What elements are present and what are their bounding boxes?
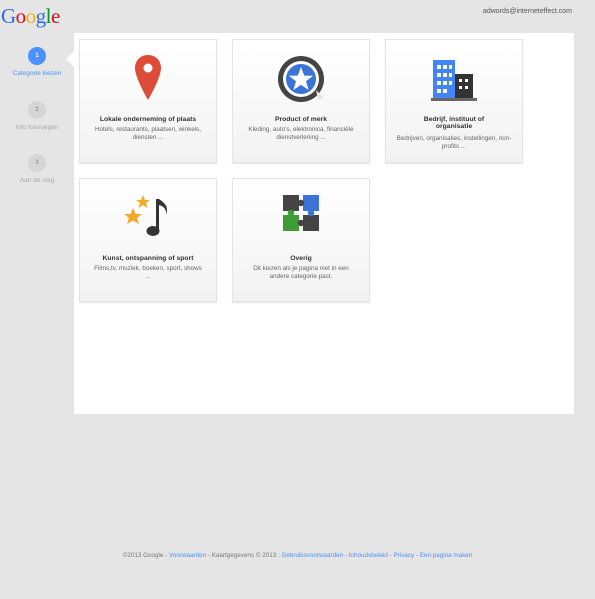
category-card-organization[interactable]: Bedrijf, instituut of organisatie Bedrij…: [385, 39, 523, 163]
google-logo[interactable]: Google: [1, 4, 60, 29]
step-number: 3: [28, 154, 46, 172]
logo-letter: G: [1, 4, 16, 28]
category-description: Kleding, auto's, elektronica, financiële…: [248, 126, 354, 141]
footer-link-content-policy[interactable]: Inhoudsbeleid: [349, 552, 388, 559]
logo-letter: o: [25, 4, 37, 28]
puzzle-icon: [283, 195, 319, 231]
footer-link-create-page[interactable]: Een pagina maken: [420, 552, 473, 559]
logo-letter: g: [35, 4, 47, 28]
step-label: Info toevoegen: [15, 124, 59, 131]
category-title: Lokale onderneming of plaats: [99, 116, 197, 123]
category-title: Bedrijf, instituut of organisatie: [423, 116, 485, 130]
account-email[interactable]: adwords@interneteffect.com: [483, 8, 572, 15]
step-number: 1: [28, 47, 46, 65]
category-title: Kunst, ontspanning of sport: [102, 255, 194, 262]
footer-link-usage[interactable]: Gebruiksvoorwaarden: [281, 552, 343, 559]
logo-letter: o: [15, 4, 27, 28]
footer-copyright: ©2013 Google -: [122, 552, 169, 559]
step-1[interactable]: 1 Categorie kiezen: [0, 47, 74, 77]
step-label: Aan de slag: [19, 177, 55, 184]
logo-letter: e: [51, 4, 60, 28]
music-stars-icon: [124, 195, 168, 236]
category-card-product-brand[interactable]: Product of merk Kleding, auto's, elektro…: [232, 39, 370, 163]
category-title: Product of merk: [274, 116, 328, 123]
footer-link-privacy[interactable]: Privacy: [394, 552, 415, 559]
star-badge-icon: [278, 56, 324, 102]
category-description: Bedrijven, organisaties, instellingen, n…: [396, 135, 512, 150]
category-title: Overig: [290, 255, 312, 262]
footer-text: - Kaartgegevens © 2013 :: [206, 552, 282, 559]
active-step-pointer: [66, 51, 74, 67]
step-label: Categorie kiezen: [12, 70, 62, 77]
buildings-icon: [431, 60, 477, 101]
step-number: 2: [28, 101, 46, 119]
category-panel: Lokale onderneming of plaats Hotels, res…: [74, 33, 574, 414]
category-card-local-business[interactable]: Lokale onderneming of plaats Hotels, res…: [79, 39, 217, 163]
footer-link-terms[interactable]: Voorwaarden: [169, 552, 206, 559]
category-description: Films,tv, muziek, boeken, sport, shows .…: [94, 265, 202, 280]
category-description: Dit kiezen als je pagina niet in een and…: [253, 265, 349, 280]
category-card-other[interactable]: Overig Dit kiezen als je pagina niet in …: [232, 178, 370, 302]
step-3: 3 Aan de slag: [0, 154, 74, 184]
footer: ©2013 Google - Voorwaarden - Kaartgegeve…: [0, 552, 595, 559]
step-2: 2 Info toevoegen: [0, 101, 74, 131]
map-pin-icon: [135, 55, 161, 100]
category-description: Hotels, restaurants, plaatsen, winkels, …: [94, 126, 202, 141]
category-card-arts-entertainment[interactable]: Kunst, ontspanning of sport Films,tv, mu…: [79, 178, 217, 302]
